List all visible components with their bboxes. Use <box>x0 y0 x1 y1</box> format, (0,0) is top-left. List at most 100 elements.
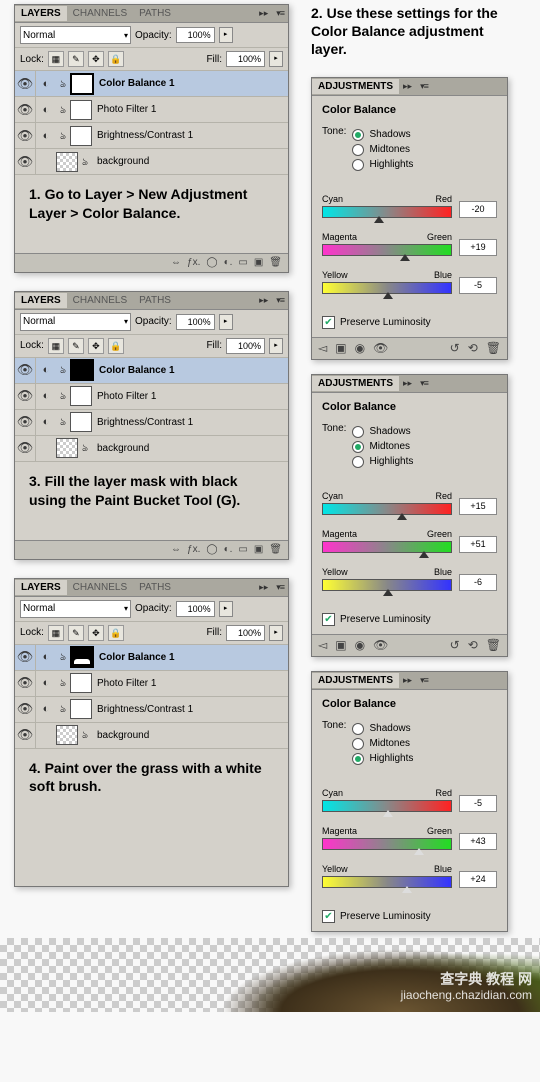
magenta-green-slider[interactable] <box>322 838 452 850</box>
back-icon[interactable]: ◅ <box>318 638 327 652</box>
collapse-icon[interactable]: ▸▸ <box>399 378 416 389</box>
lock-transparent-icon[interactable]: ▦ <box>48 51 64 67</box>
mask-thumb[interactable] <box>70 100 92 120</box>
layer-color-balance[interactable]: 👁 ◐ ঌ Color Balance 1 <box>15 71 288 97</box>
fill-input[interactable]: 100% <box>226 338 265 354</box>
preserve-luminosity-checkbox[interactable]: ✔ <box>322 910 335 923</box>
mask-thumb[interactable] <box>70 699 92 719</box>
visibility-icon[interactable]: 👁 <box>17 440 34 456</box>
layer-color-balance[interactable]: 👁 ◐ ঌ Color Balance 1 <box>15 358 288 384</box>
panel-menu-icon[interactable]: ▾≡ <box>272 8 288 19</box>
fill-flyout-icon[interactable]: ▸ <box>269 338 283 354</box>
radio-shadows[interactable] <box>352 129 364 141</box>
visibility-icon[interactable]: 👁 <box>17 362 34 378</box>
reset-prev-icon[interactable]: ↺ <box>450 341 460 355</box>
tab-adjustments[interactable]: ADJUSTMENTS <box>312 79 399 94</box>
group-icon[interactable]: ▭ <box>238 544 247 555</box>
visibility-icon[interactable]: 👁 <box>17 76 34 92</box>
fx-icon[interactable]: ƒx. <box>187 257 200 268</box>
panel-menu-icon[interactable]: ▾≡ <box>416 675 432 686</box>
lock-position-icon[interactable]: ✥ <box>88 625 104 641</box>
tab-layers[interactable]: LAYERS <box>15 6 67 21</box>
fill-input[interactable]: 100% <box>226 51 265 67</box>
clip-icon[interactable]: ▣ <box>335 638 346 652</box>
cyan-red-slider[interactable] <box>322 800 452 812</box>
mask-thumb[interactable] <box>70 386 92 406</box>
lock-image-icon[interactable]: ✎ <box>68 625 84 641</box>
collapse-icon[interactable]: ▸▸ <box>399 81 416 92</box>
yellow-blue-slider[interactable] <box>322 282 452 294</box>
fill-flyout-icon[interactable]: ▸ <box>269 625 283 641</box>
radio-midtones[interactable] <box>352 738 364 750</box>
mask-icon[interactable]: ◯ <box>206 544 217 555</box>
fill-flyout-icon[interactable]: ▸ <box>269 51 283 67</box>
collapse-icon[interactable]: ▸▸ <box>255 8 272 19</box>
blend-mode-select[interactable]: Normal <box>20 26 131 44</box>
collapse-icon[interactable]: ▸▸ <box>255 295 272 306</box>
reset-default-icon[interactable]: ⟲ <box>468 341 478 355</box>
preserve-luminosity-checkbox[interactable]: ✔ <box>322 613 335 626</box>
yellow-blue-value[interactable]: -5 <box>459 277 497 294</box>
lock-position-icon[interactable]: ✥ <box>88 338 104 354</box>
visibility-icon[interactable]: 👁 <box>373 638 388 652</box>
layer-brightness-contrast[interactable]: 👁 ◐ ঌ Brightness/Contrast 1 <box>15 410 288 436</box>
radio-highlights[interactable] <box>352 159 364 171</box>
layer-thumb[interactable] <box>56 438 78 458</box>
tab-paths[interactable]: PATHS <box>133 6 177 21</box>
visibility-icon[interactable]: 👁 <box>17 388 34 404</box>
panel-menu-icon[interactable]: ▾≡ <box>272 582 288 593</box>
reset-default-icon[interactable]: ⟲ <box>468 638 478 652</box>
trash-icon[interactable]: 🗑 <box>486 341 501 355</box>
link-layers-icon[interactable]: ⇔ <box>171 257 181 268</box>
collapse-icon[interactable]: ▸▸ <box>399 675 416 686</box>
lock-all-icon[interactable]: 🔒 <box>108 51 124 67</box>
layer-thumb[interactable] <box>56 152 78 172</box>
tab-channels[interactable]: CHANNELS <box>67 293 133 308</box>
opacity-input[interactable]: 100% <box>176 314 215 330</box>
radio-midtones[interactable] <box>352 441 364 453</box>
trash-icon[interactable]: 🗑 <box>269 544 282 555</box>
lock-transparent-icon[interactable]: ▦ <box>48 625 64 641</box>
radio-highlights[interactable] <box>352 456 364 468</box>
panel-menu-icon[interactable]: ▾≡ <box>272 295 288 306</box>
opacity-flyout-icon[interactable]: ▸ <box>219 314 233 330</box>
new-layer-icon[interactable]: ▣ <box>254 257 263 268</box>
reset-prev-icon[interactable]: ↺ <box>450 638 460 652</box>
tab-adjustments[interactable]: ADJUSTMENTS <box>312 673 399 688</box>
tab-layers[interactable]: LAYERS <box>15 580 67 595</box>
layer-background[interactable]: 👁 ঌ background <box>15 149 288 175</box>
layer-color-balance[interactable]: 👁 ◐ ঌ Color Balance 1 <box>15 645 288 671</box>
visibility-icon[interactable]: 👁 <box>17 154 34 170</box>
lock-image-icon[interactable]: ✎ <box>68 338 84 354</box>
layer-brightness-contrast[interactable]: 👁 ◐ ঌ Brightness/Contrast 1 <box>15 697 288 723</box>
mask-thumb-black[interactable] <box>70 359 94 381</box>
visibility-icon[interactable]: 👁 <box>17 727 34 743</box>
yellow-blue-slider[interactable] <box>322 876 452 888</box>
layer-thumb[interactable] <box>56 725 78 745</box>
view-previous-icon[interactable]: ◉ <box>355 341 365 355</box>
layer-photo-filter[interactable]: 👁 ◐ ঌ Photo Filter 1 <box>15 671 288 697</box>
visibility-icon[interactable]: 👁 <box>17 414 34 430</box>
tab-channels[interactable]: CHANNELS <box>67 580 133 595</box>
lock-transparent-icon[interactable]: ▦ <box>48 338 64 354</box>
tab-layers[interactable]: LAYERS <box>15 293 67 308</box>
fill-input[interactable]: 100% <box>226 625 265 641</box>
trash-icon[interactable]: 🗑 <box>269 257 282 268</box>
visibility-icon[interactable]: 👁 <box>17 649 34 665</box>
layer-background[interactable]: 👁 ঌ background <box>15 723 288 749</box>
visibility-icon[interactable]: 👁 <box>17 102 34 118</box>
panel-menu-icon[interactable]: ▾≡ <box>416 378 432 389</box>
fill-adj-icon[interactable]: ◐. <box>224 544 233 555</box>
magenta-green-slider[interactable] <box>322 541 452 553</box>
blend-mode-select[interactable]: Normal <box>20 600 131 618</box>
opacity-flyout-icon[interactable]: ▸ <box>219 27 233 43</box>
opacity-input[interactable]: 100% <box>176 27 215 43</box>
radio-midtones[interactable] <box>352 144 364 156</box>
trash-icon[interactable]: 🗑 <box>486 638 501 652</box>
yellow-blue-value[interactable]: +24 <box>459 871 497 888</box>
radio-shadows[interactable] <box>352 723 364 735</box>
layer-brightness-contrast[interactable]: 👁 ◐ ঌ Brightness/Contrast 1 <box>15 123 288 149</box>
lock-position-icon[interactable]: ✥ <box>88 51 104 67</box>
tab-paths[interactable]: PATHS <box>133 293 177 308</box>
clip-icon[interactable]: ▣ <box>335 341 346 355</box>
